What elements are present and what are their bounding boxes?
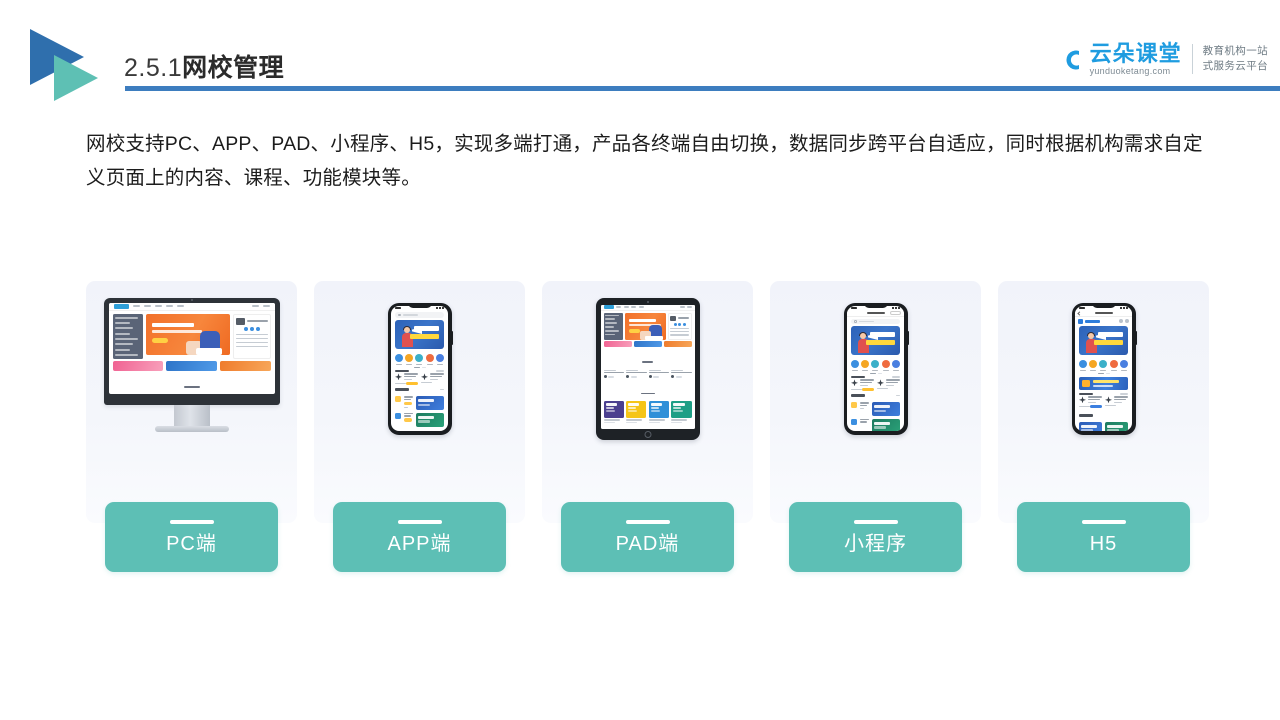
brand-logo: 云朵课堂 yunduoketang.com 教育机构一站 式服务云平台	[1054, 36, 1268, 82]
brand-divider	[1191, 44, 1193, 74]
brand-domain: yunduoketang.com	[1089, 66, 1171, 77]
brand-tagline: 教育机构一站 式服务云平台	[1203, 44, 1268, 74]
platform-cards: PC端 APP端 PAD端 小程序 H5	[86, 281, 1211, 581]
device-stage	[86, 281, 297, 456]
button-dash	[1081, 520, 1126, 524]
button-dash	[625, 520, 670, 524]
double-triangle-play-icon	[26, 27, 106, 103]
device-stage	[998, 281, 1209, 456]
platform-label: H5	[1089, 533, 1118, 555]
platform-button-app[interactable]: APP端	[333, 502, 506, 572]
smartphone-icon	[843, 302, 909, 435]
header-underline	[125, 86, 1280, 91]
platform-label: PC端	[166, 533, 217, 555]
button-dash	[853, 520, 898, 524]
page-title-number: 2.5.1	[124, 54, 183, 82]
button-dash	[397, 520, 442, 524]
body-paragraph: 网校支持PC、APP、PAD、小程序、H5，实现多端打通，产品各终端自由切换，数…	[86, 133, 1203, 189]
tablet-icon	[595, 297, 700, 440]
platform-card-miniprogram[interactable]: 小程序	[770, 281, 981, 581]
device-stage	[542, 281, 753, 456]
platform-card-pad[interactable]: PAD端	[542, 281, 753, 581]
cloud-icon	[1054, 42, 1088, 76]
slide-root: 2.5.1网校管理 云朵课堂 yunduoketang.com 教育机构一站 式…	[0, 0, 1280, 720]
platform-label: 小程序	[844, 533, 907, 555]
desktop-monitor-icon	[103, 297, 280, 440]
page-title-text: 网校管理	[182, 54, 285, 82]
smartphone-icon	[387, 302, 453, 435]
brand-tagline-line2: 式服务云平台	[1202, 60, 1268, 72]
page-title: 2.5.1网校管理	[124, 48, 284, 84]
platform-button-pad[interactable]: PAD端	[561, 502, 734, 572]
smartphone-icon	[1071, 302, 1137, 435]
device-stage	[770, 281, 981, 456]
platform-button-h5[interactable]: H5	[1017, 502, 1190, 572]
button-dash	[169, 520, 214, 524]
platform-button-miniprogram[interactable]: 小程序	[789, 502, 962, 572]
platform-card-h5[interactable]: H5	[998, 281, 1209, 581]
brand-tagline-line1: 教育机构一站	[1202, 44, 1268, 57]
platform-button-pc[interactable]: PC端	[105, 502, 278, 572]
platform-label: APP端	[387, 533, 452, 555]
brand-name: 云朵课堂	[1089, 40, 1182, 66]
platform-card-pc[interactable]: PC端	[86, 281, 297, 581]
platform-card-app[interactable]: APP端	[314, 281, 525, 581]
device-stage	[314, 281, 525, 456]
platform-label: PAD端	[615, 533, 680, 555]
